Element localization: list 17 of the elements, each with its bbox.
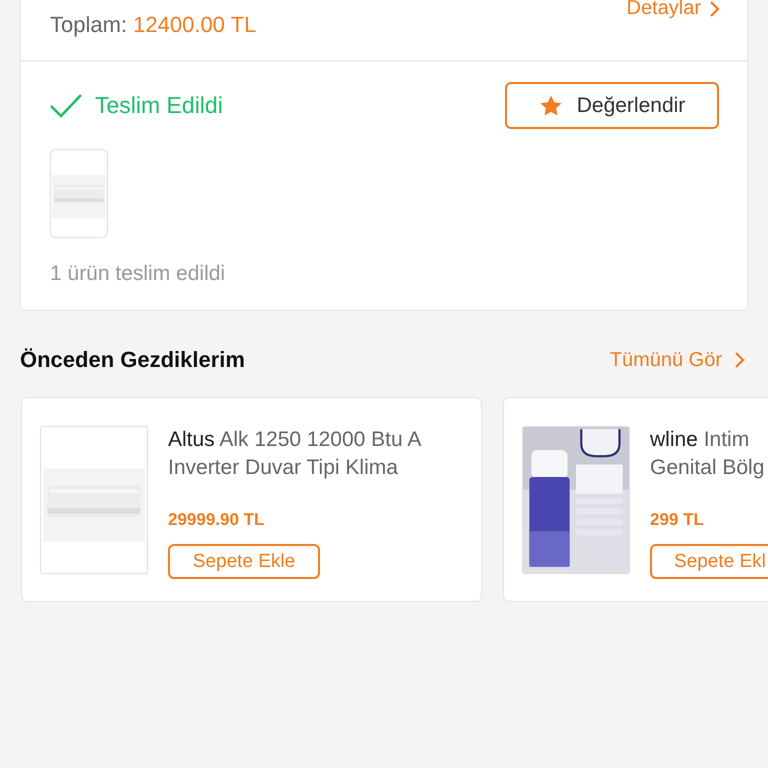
order-total: Toplam: 12400.00 TL <box>50 12 256 38</box>
product-name: wline Intim Genital Bölg <box>650 427 766 481</box>
product-name: Altus Alk 1250 12000 Btu A Inverter Duvar Tipi Klima <box>168 427 422 481</box>
rate-button[interactable]: Değerlendir <box>505 82 719 129</box>
see-all-link[interactable]: Tümünü Gör <box>610 348 746 372</box>
add-to-cart-button[interactable]: Sepete Ekl <box>650 544 768 579</box>
chevron-right-icon <box>709 0 721 18</box>
see-all-text: Tümünü Gör <box>610 348 722 372</box>
check-icon <box>49 92 83 118</box>
chevron-right-icon <box>734 351 746 369</box>
section-title: Önceden Gezdiklerim <box>20 347 245 373</box>
product-price: 299 TL <box>650 510 705 530</box>
add-to-cart-button[interactable]: Sepete Ekle <box>168 544 320 579</box>
delivery-status: Teslim Edildi <box>95 92 223 119</box>
product-price: 29999.90 TL <box>168 510 266 530</box>
star-icon <box>538 94 563 118</box>
delivery-summary: 1 ürün teslim edildi <box>50 262 226 286</box>
